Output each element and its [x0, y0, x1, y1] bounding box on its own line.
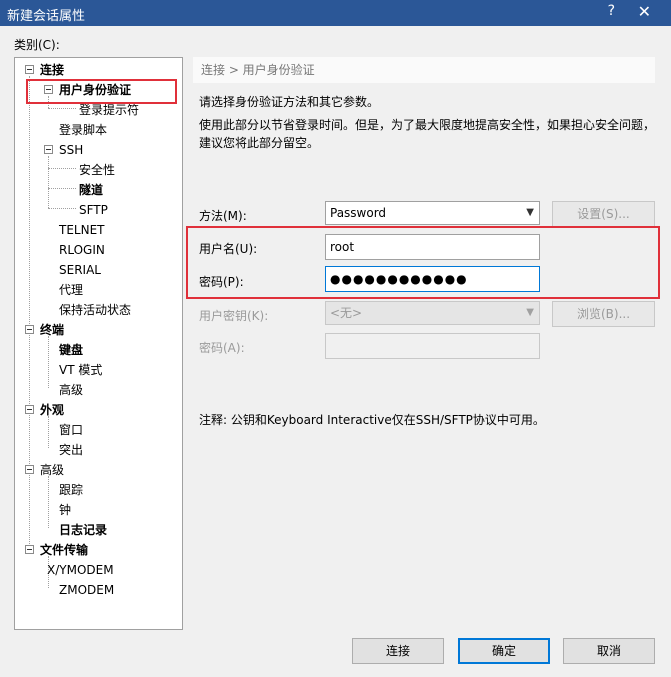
- title-bar: 新建会话属性 ? ✕: [0, 0, 671, 26]
- userkey-label: 用户密钥(K):: [199, 309, 269, 323]
- tree-connector: [48, 188, 76, 189]
- chevron-down-icon: ▼: [526, 207, 534, 218]
- tree-item-terminal[interactable]: 终端: [40, 321, 64, 339]
- tree-connector: [48, 208, 76, 209]
- tree-item-proxy[interactable]: 代理: [59, 281, 83, 299]
- tree-item-vt-modes[interactable]: VT 模式: [59, 361, 102, 379]
- method-value: Password: [330, 206, 387, 220]
- tree-item-terminal-advanced[interactable]: 高级: [59, 381, 83, 399]
- tree-item-tunneling[interactable]: 隧道: [79, 181, 103, 199]
- tree-item-appearance[interactable]: 外观: [40, 401, 64, 419]
- tree-item-ssh[interactable]: SSH: [59, 141, 83, 159]
- window-title: 新建会话属性: [7, 9, 86, 24]
- note-text: 注释: 公钥和Keyboard Interactive仅在SSH/SFTP协议中…: [199, 413, 545, 427]
- tree-item-rlogin[interactable]: RLOGIN: [59, 241, 105, 259]
- passphrase-label: 密码(A):: [199, 341, 245, 355]
- intro-text: 请选择身份验证方法和其它参数。: [199, 95, 380, 109]
- tree-item-trace[interactable]: 跟踪: [59, 481, 83, 499]
- tree-item-bell[interactable]: 钟: [59, 501, 71, 519]
- description-line-1: 使用此部分以节省登录时间。但是，为了最大限度地提高安全性，如果担心安全问题，: [199, 118, 656, 132]
- connect-button[interactable]: 连接: [352, 638, 444, 664]
- annotation-box-credentials: [186, 226, 660, 299]
- tree-item-login-script[interactable]: 登录脚本: [59, 121, 107, 139]
- tree-connector: [48, 476, 49, 528]
- annotation-box-user-auth: [26, 79, 177, 104]
- tree-connector: [48, 336, 49, 388]
- tree-item-serial[interactable]: SERIAL: [59, 261, 101, 279]
- collapse-icon[interactable]: [25, 545, 34, 554]
- collapse-icon[interactable]: [25, 465, 34, 474]
- tree-connector: [48, 416, 49, 448]
- method-label: 方法(M):: [199, 209, 247, 223]
- collapse-icon[interactable]: [25, 325, 34, 334]
- collapse-icon[interactable]: [25, 405, 34, 414]
- tree-item-keyboard[interactable]: 键盘: [59, 341, 83, 359]
- tree-item-sftp[interactable]: SFTP: [79, 201, 108, 219]
- breadcrumb: 连接 > 用户身份验证: [193, 57, 655, 83]
- tree-item-telnet[interactable]: TELNET: [59, 221, 105, 239]
- chevron-down-icon: ▼: [526, 307, 534, 318]
- tree-connector: [48, 108, 76, 109]
- collapse-icon[interactable]: [25, 65, 34, 74]
- tree-item-window[interactable]: 窗口: [59, 421, 83, 439]
- userkey-select[interactable]: <无> ▼: [325, 301, 540, 325]
- ok-button[interactable]: 确定: [458, 638, 550, 664]
- tree-connector: [48, 168, 76, 169]
- tree-item-file-transfer[interactable]: 文件传输: [40, 541, 88, 559]
- tree-item-advanced[interactable]: 高级: [40, 461, 64, 479]
- category-label: 类别(C):: [14, 38, 60, 52]
- collapse-icon[interactable]: [44, 145, 53, 154]
- category-tree[interactable]: 连接 用户身份验证 登录提示符 登录脚本 SSH 安全性 隧道 SFTP TEL…: [14, 57, 183, 630]
- tree-item-zmodem[interactable]: ZMODEM: [59, 581, 114, 599]
- passphrase-input[interactable]: [325, 333, 540, 359]
- settings-button[interactable]: 设置(S)...: [552, 201, 655, 227]
- tree-item-security[interactable]: 安全性: [79, 161, 115, 179]
- description-line-2: 建议您将此部分留空。: [199, 136, 320, 150]
- browse-button[interactable]: 浏览(B)...: [552, 301, 655, 327]
- tree-connector: [48, 156, 49, 208]
- tree-connector: [29, 76, 30, 548]
- close-icon[interactable]: ✕: [638, 2, 651, 21]
- tree-item-logging[interactable]: 日志记录: [59, 521, 107, 539]
- help-icon[interactable]: ?: [608, 3, 615, 19]
- tree-item-xymodem[interactable]: X/YMODEM: [47, 561, 114, 579]
- method-select[interactable]: Password ▼: [325, 201, 540, 225]
- userkey-value: <无>: [330, 306, 363, 320]
- tree-item-keep-alive[interactable]: 保持活动状态: [59, 301, 131, 319]
- tree-item-highlight[interactable]: 突出: [59, 441, 83, 459]
- tree-item-connection[interactable]: 连接: [40, 61, 64, 79]
- cancel-button[interactable]: 取消: [563, 638, 655, 664]
